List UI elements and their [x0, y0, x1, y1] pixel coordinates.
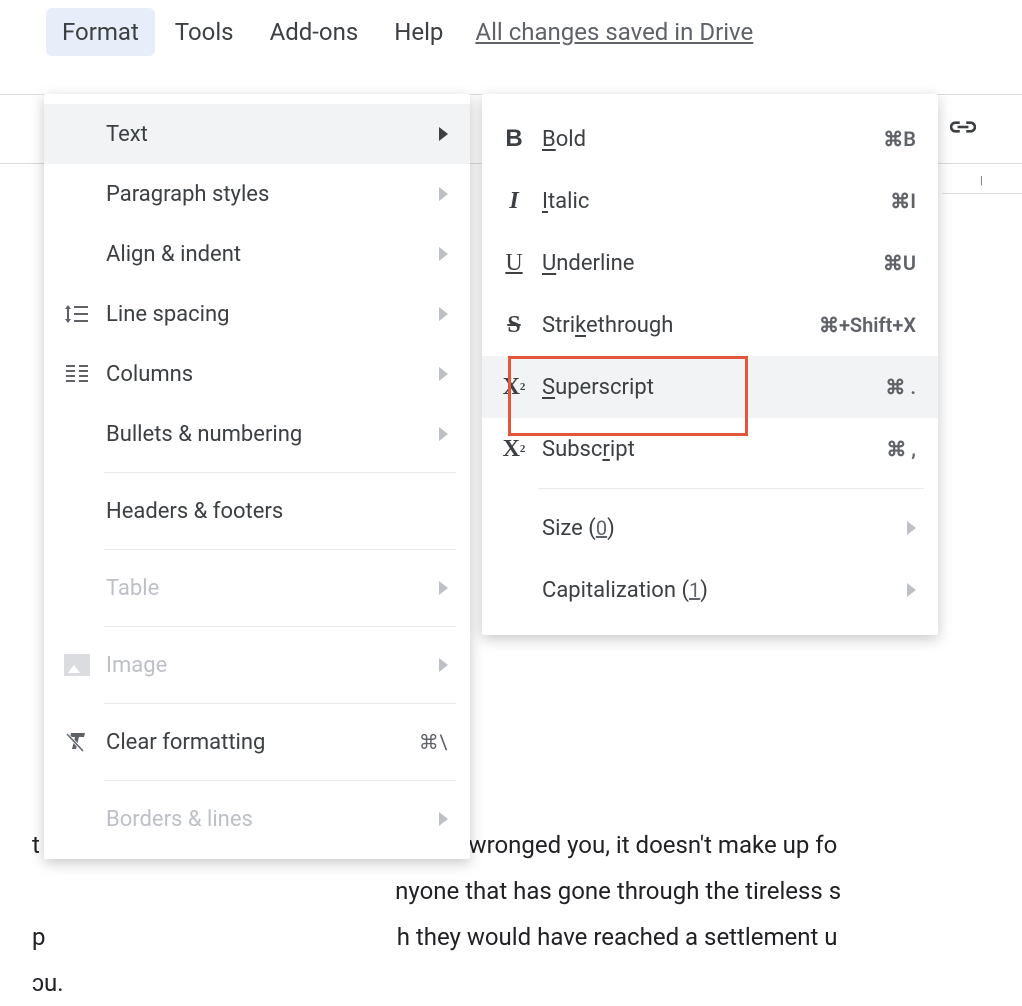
submenu-label: Superscript — [530, 375, 885, 400]
columns-icon — [60, 364, 94, 384]
menu-item-label: Borders & lines — [94, 807, 429, 832]
submenu-arrow-icon — [439, 307, 448, 321]
submenu-shortcut: ⌘B — [883, 127, 916, 151]
text-submenu: B Bold ⌘B I Italic ⌘I U Underline ⌘U S S… — [482, 94, 938, 635]
submenu-arrow-icon — [439, 247, 448, 261]
strikethrough-icon: S — [498, 312, 530, 339]
submenu-label: Size (0) — [530, 516, 897, 541]
superscript-icon: X2 — [498, 374, 530, 401]
submenu-shortcut: ⌘ , — [886, 437, 916, 461]
submenu-label: Subscript — [530, 437, 886, 462]
underline-icon: U — [498, 250, 530, 277]
menu-item-label: Columns — [94, 362, 429, 387]
menu-addons[interactable]: Add-ons — [254, 8, 375, 56]
submenu-arrow-icon — [439, 367, 448, 381]
submenu-arrow-icon — [439, 658, 448, 672]
submenu-arrow-icon — [907, 583, 916, 597]
menu-separator — [104, 626, 456, 627]
menu-separator — [104, 549, 456, 550]
submenu-shortcut: ⌘U — [883, 251, 916, 275]
submenu-arrow-icon — [439, 427, 448, 441]
bold-icon: B — [498, 125, 530, 153]
image-icon — [60, 654, 94, 676]
submenu-arrow-icon — [439, 812, 448, 826]
submenu-shortcut: ⌘+Shift+X — [819, 313, 916, 337]
menu-separator — [104, 703, 456, 704]
submenu-item-subscript[interactable]: X2 Subscript ⌘ , — [482, 418, 938, 480]
menu-tools[interactable]: Tools — [159, 8, 250, 56]
menu-shortcut: ⌘\ — [419, 730, 448, 754]
menu-item-borders-lines: Borders & lines — [44, 789, 470, 849]
menu-item-clear-formatting[interactable]: Clear formatting ⌘\ — [44, 712, 470, 772]
menu-item-paragraph-styles[interactable]: Paragraph styles — [44, 164, 470, 224]
submenu-label: Bold — [530, 127, 883, 152]
menu-item-label: Headers & footers — [94, 499, 448, 524]
menu-item-columns[interactable]: Columns — [44, 344, 470, 404]
menu-item-label: Line spacing — [94, 302, 429, 327]
submenu-item-capitalization[interactable]: Capitalization (1) — [482, 559, 938, 621]
menu-item-align-indent[interactable]: Align & indent — [44, 224, 470, 284]
menu-format[interactable]: Format — [46, 8, 155, 56]
submenu-item-italic[interactable]: I Italic ⌘I — [482, 170, 938, 232]
submenu-item-bold[interactable]: B Bold ⌘B — [482, 108, 938, 170]
menubar: Format Tools Add-ons Help All changes sa… — [0, 0, 1022, 65]
submenu-item-underline[interactable]: U Underline ⌘U — [482, 232, 938, 294]
menu-item-label: Text — [94, 122, 429, 147]
menu-help[interactable]: Help — [378, 8, 459, 56]
submenu-shortcut: ⌘I — [890, 189, 916, 213]
menu-item-label: Image — [94, 653, 429, 678]
menu-item-text[interactable]: Text — [44, 104, 470, 164]
submenu-arrow-icon — [439, 581, 448, 595]
italic-icon: I — [498, 188, 530, 215]
submenu-arrow-icon — [439, 127, 448, 141]
submenu-label: Capitalization (1) — [530, 578, 897, 603]
submenu-item-size[interactable]: Size (0) — [482, 497, 938, 559]
menu-item-label: Table — [94, 576, 429, 601]
menu-item-label: Align & indent — [94, 242, 429, 267]
submenu-item-superscript[interactable]: X2 Superscript ⌘ . — [482, 356, 938, 418]
menu-item-label: Bullets & numbering — [94, 422, 429, 447]
menu-item-table: Table — [44, 558, 470, 618]
menu-separator — [538, 488, 924, 489]
menu-item-label: Clear formatting — [94, 730, 419, 755]
format-dropdown: Text Paragraph styles Align & indent Lin… — [44, 94, 470, 859]
submenu-label: Underline — [530, 251, 883, 276]
menu-item-line-spacing[interactable]: Line spacing — [44, 284, 470, 344]
submenu-label: Strikethrough — [530, 313, 819, 338]
menu-item-headers-footers[interactable]: Headers & footers — [44, 481, 470, 541]
ruler: | — [942, 164, 1022, 194]
menu-item-bullets-numbering[interactable]: Bullets & numbering — [44, 404, 470, 464]
submenu-arrow-icon — [439, 187, 448, 201]
line-spacing-icon — [60, 303, 94, 325]
menu-item-label: Paragraph styles — [94, 182, 429, 207]
submenu-arrow-icon — [907, 521, 916, 535]
submenu-item-strikethrough[interactable]: S Strikethrough ⌘+Shift+X — [482, 294, 938, 356]
menu-separator — [104, 780, 456, 781]
menu-separator — [104, 472, 456, 473]
menu-item-image: Image — [44, 635, 470, 695]
subscript-icon: X2 — [498, 436, 530, 463]
insert-link-icon[interactable] — [950, 118, 976, 136]
submenu-label: Italic — [530, 189, 890, 214]
save-status[interactable]: All changes saved in Drive — [475, 18, 753, 46]
submenu-shortcut: ⌘ . — [885, 375, 916, 399]
clear-formatting-icon — [60, 731, 94, 753]
